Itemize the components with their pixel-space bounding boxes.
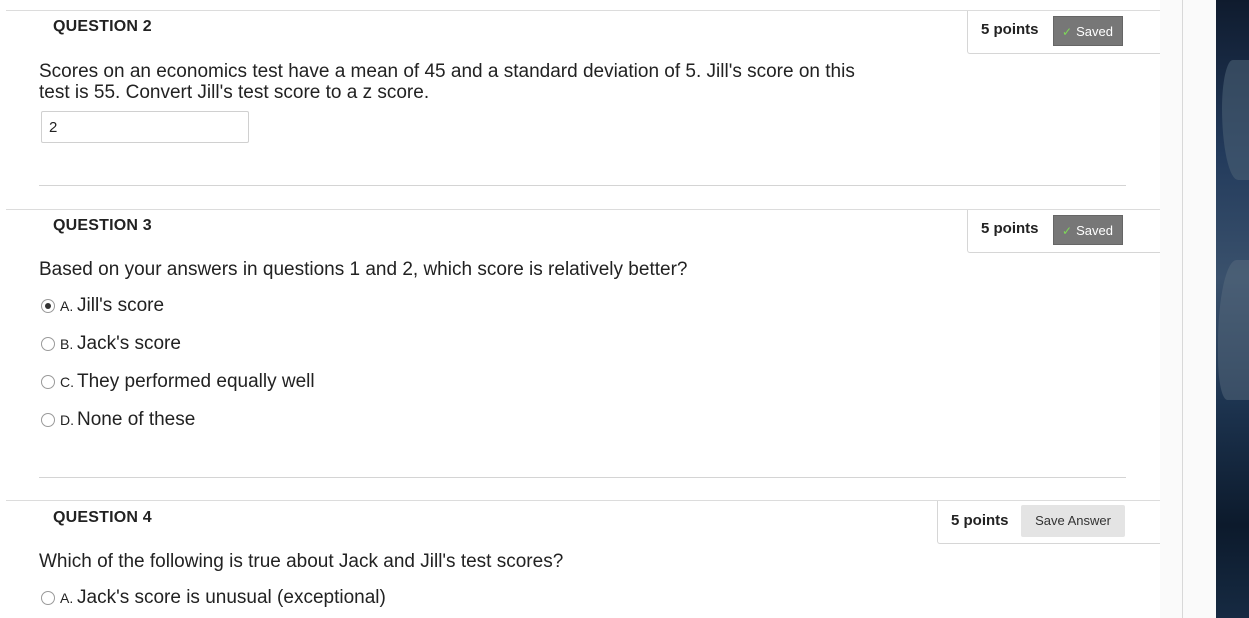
option-letter: C. (60, 374, 74, 390)
question-3-text: Based on your answers in questions 1 and… (39, 259, 688, 280)
question-2-saved-button[interactable]: ✓ Saved (1053, 16, 1123, 46)
desktop-wallpaper-shape (1218, 260, 1249, 400)
question-3-title: QUESTION 3 (53, 217, 152, 234)
option-text: Jack's score is unusual (exceptional) (77, 587, 386, 608)
option-letter: A. (60, 298, 74, 314)
option-letter: A. (60, 590, 74, 606)
question-2-title: QUESTION 2 (53, 18, 152, 35)
question-2-answer-input[interactable] (41, 111, 249, 143)
saved-label: Saved (1076, 24, 1113, 39)
question-3-saved-button[interactable]: ✓ Saved (1053, 215, 1123, 245)
question-2-points: 5 points (981, 21, 1039, 38)
question-3-points-box: 5 points ✓ Saved (967, 210, 1160, 253)
radio-checked-icon[interactable] (41, 299, 55, 313)
check-icon: ✓ (1062, 25, 1073, 39)
option-letter: D. (60, 412, 74, 428)
desktop-wallpaper-shape (1222, 60, 1249, 180)
desktop-background (1216, 0, 1249, 618)
page-gutter (1160, 0, 1216, 618)
option-text: They performed equally well (77, 371, 315, 392)
question-2-text: Scores on an economics test have a mean … (39, 61, 855, 103)
question-2-text-line-1: Scores on an economics test have a mean … (39, 61, 855, 82)
saved-label: Saved (1076, 223, 1113, 238)
question-2-points-box: 5 points ✓ Saved (967, 11, 1160, 54)
scrollbar-divider (1182, 0, 1183, 618)
radio-icon[interactable] (41, 337, 55, 351)
option-text: None of these (77, 409, 196, 430)
option-text: Jill's score (77, 295, 165, 316)
question-2-text-line-2: test is 55. Convert Jill's test score to… (39, 82, 430, 103)
option-text: Jack's score (77, 333, 181, 354)
question-4-points: 5 points (951, 512, 1009, 529)
check-icon: ✓ (1062, 224, 1073, 238)
question-4-points-box: 5 points Save Answer (937, 501, 1160, 544)
radio-icon[interactable] (41, 591, 55, 605)
question-4-title: QUESTION 4 (53, 509, 152, 526)
question-4-save-answer-button[interactable]: Save Answer (1021, 505, 1125, 537)
option-letter: B. (60, 336, 74, 352)
question-3-points: 5 points (981, 220, 1039, 237)
question-4-text: Which of the following is true about Jac… (39, 551, 564, 572)
quiz-content: QUESTION 2 5 points ✓ Saved Scores on an … (0, 0, 1160, 618)
radio-icon[interactable] (41, 375, 55, 389)
radio-icon[interactable] (41, 413, 55, 427)
divider (39, 477, 1126, 478)
divider (39, 185, 1126, 186)
